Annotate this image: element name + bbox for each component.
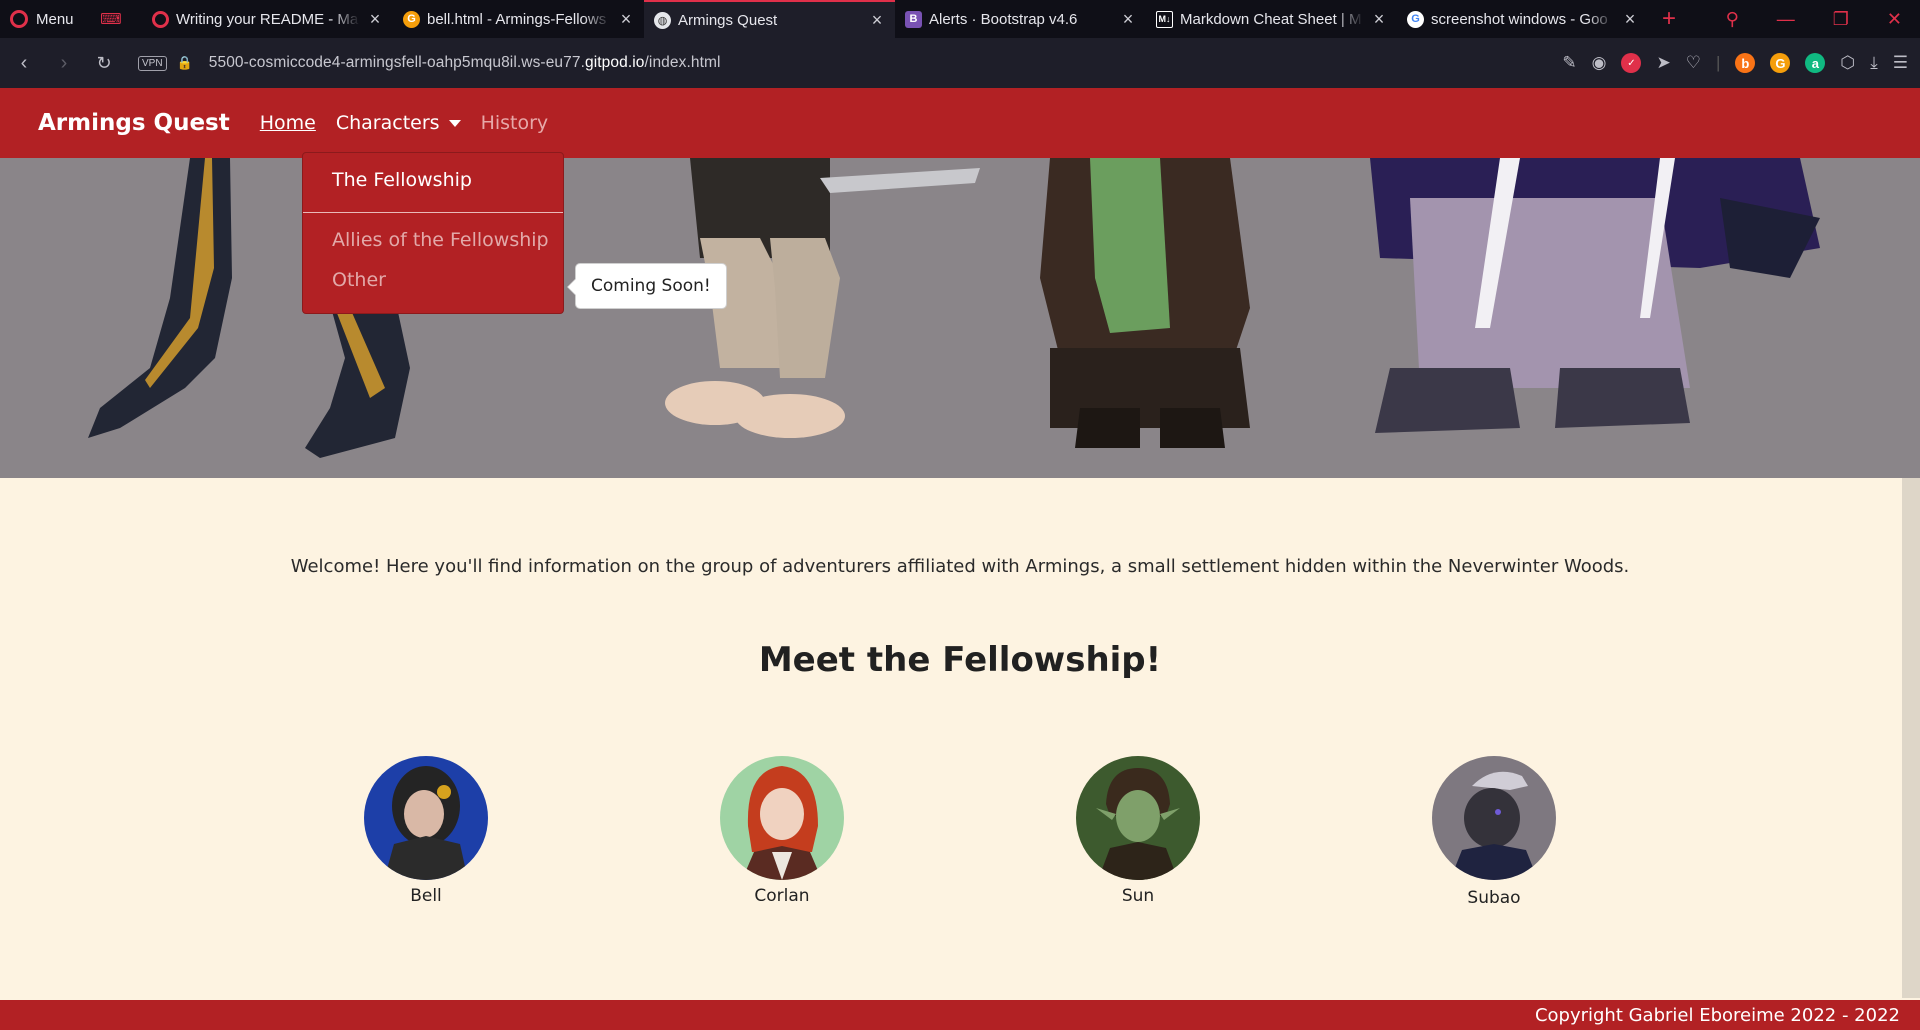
- heart-icon[interactable]: ♡: [1686, 53, 1701, 73]
- address-bar: ‹ › ↻ VPN 🔒 5500-cosmiccode4-armingsfell…: [0, 38, 1920, 88]
- close-icon[interactable]: ×: [367, 9, 383, 30]
- nav-characters-dropdown[interactable]: Characters: [336, 112, 461, 134]
- vpn-badge[interactable]: VPN: [138, 55, 167, 71]
- portrait-corlan: [720, 756, 844, 880]
- opera-icon: [152, 10, 169, 28]
- member-card-subao[interactable]: Subao: [1432, 756, 1556, 908]
- nav-home-link[interactable]: Home: [260, 112, 316, 134]
- tab-armings-quest[interactable]: ◍ Armings Quest ×: [644, 0, 895, 38]
- close-icon[interactable]: ×: [1622, 9, 1638, 30]
- tab-title: Armings Quest: [678, 11, 778, 29]
- close-icon[interactable]: ×: [618, 9, 634, 30]
- close-window-icon[interactable]: ✕: [1887, 9, 1902, 30]
- download-icon[interactable]: ⤓: [1870, 53, 1878, 73]
- menu-label: Menu: [36, 10, 74, 28]
- copyright-text: Copyright Gabriel Eboreime 2022 - 2022: [1534, 1004, 1900, 1026]
- page-viewport: Armings Quest Home Characters History Th…: [0, 88, 1920, 1030]
- gitpod-extension-icon[interactable]: G: [1770, 53, 1791, 73]
- cube-icon[interactable]: ⬡: [1840, 53, 1855, 73]
- tab-markdown-cheat-sheet[interactable]: M↓ Markdown Cheat Sheet | M ×: [1146, 0, 1397, 38]
- url-field[interactable]: 5500-cosmiccode4-armingsfell-oahp5mqu8il…: [209, 54, 721, 72]
- caret-down-icon: [448, 120, 461, 127]
- tab-title: bell.html - Armings-Fellows: [427, 10, 607, 28]
- globe-icon: ◍: [654, 11, 671, 29]
- avatar-corlan[interactable]: [720, 756, 844, 880]
- tab-title: Writing your README - Ma: [176, 10, 359, 28]
- page-scrollbar[interactable]: [1902, 478, 1920, 998]
- gitpod-icon: G: [403, 10, 420, 28]
- tab-bootstrap-alerts[interactable]: B Alerts · Bootstrap v4.6 ×: [895, 0, 1146, 38]
- coming-soon-tooltip: Coming Soon!: [567, 263, 727, 309]
- nav-characters-label: Characters: [335, 112, 440, 134]
- nav-history-link[interactable]: History: [481, 112, 549, 134]
- hero-illustration: [0, 158, 1920, 478]
- easy-files-icon[interactable]: ☰: [1893, 53, 1908, 73]
- lock-icon[interactable]: 🔒: [177, 55, 193, 71]
- welcome-text: Welcome! Here you'll find information on…: [0, 556, 1920, 577]
- site-footer: Copyright Gabriel Eboreime 2022 - 2022: [0, 1000, 1920, 1030]
- easy-setup-icon[interactable]: ✎: [1562, 53, 1576, 73]
- site-navbar: Armings Quest Home Characters History: [0, 88, 1920, 158]
- close-icon[interactable]: ×: [1120, 9, 1136, 30]
- tab-title: screenshot windows - Goo: [1431, 10, 1608, 28]
- gaming-controller-icon[interactable]: ⌨: [98, 10, 124, 28]
- search-tabs-icon[interactable]: ⚲: [1726, 9, 1739, 30]
- hero-banner: [0, 158, 1920, 478]
- back-icon[interactable]: ‹: [4, 52, 44, 75]
- tab-title: Markdown Cheat Sheet | M: [1180, 10, 1362, 28]
- separator-icon: |: [1715, 53, 1721, 72]
- avatar-bell[interactable]: [364, 756, 488, 880]
- reload-icon[interactable]: ↻: [84, 53, 124, 74]
- grammarly-extension-icon[interactable]: a: [1805, 53, 1826, 73]
- adblock-shield-icon[interactable]: ✓: [1621, 53, 1642, 73]
- url-prefix: 5500-cosmiccode4-armingsfell-oahp5mqu8il…: [208, 54, 585, 71]
- camera-icon[interactable]: ◉: [1592, 53, 1607, 73]
- url-suffix: /index.html: [644, 54, 721, 71]
- avatar-subao[interactable]: [1432, 756, 1556, 880]
- dropdown-divider: [303, 212, 563, 213]
- minimize-icon[interactable]: —: [1777, 9, 1795, 30]
- tab-writing-readme[interactable]: Writing your README - Ma ×: [142, 0, 393, 38]
- portrait-subao: [1432, 756, 1556, 880]
- close-icon[interactable]: ×: [869, 10, 885, 31]
- member-name: Corlan: [754, 886, 810, 906]
- tab-title: Alerts · Bootstrap v4.6: [929, 10, 1078, 28]
- site-brand[interactable]: Armings Quest: [38, 110, 230, 136]
- characters-dropdown-menu: The Fellowship Allies of the Fellowship …: [302, 152, 564, 314]
- member-name: Sun: [1121, 886, 1155, 906]
- toolbar-icons: ✎ ◉ ✓ ➤ ♡ | b G a ⬡ ⤓ ☰: [1562, 38, 1908, 88]
- portrait-sun: [1076, 756, 1200, 880]
- tab-bell-html[interactable]: G bell.html - Armings-Fellows ×: [393, 0, 644, 38]
- browser-tab-strip: Menu ⌨ Writing your README - Ma × G bell…: [0, 0, 1920, 38]
- window-controls: ⚲ — ❐ ✕: [1726, 0, 1920, 38]
- opera-logo-icon: [10, 10, 28, 28]
- google-icon: G: [1407, 10, 1424, 28]
- section-title: Meet the Fellowship!: [758, 640, 1162, 680]
- dropdown-item-allies[interactable]: Allies of the Fellowship: [332, 229, 549, 251]
- opera-menu-button[interactable]: Menu: [0, 0, 98, 38]
- bootstrap-icon: B: [905, 10, 922, 28]
- bitmoji-extension-icon[interactable]: b: [1735, 53, 1756, 73]
- tab-google-search[interactable]: G screenshot windows - Goo ×: [1397, 0, 1648, 38]
- member-name: Bell: [410, 886, 442, 906]
- new-tab-icon[interactable]: +: [1662, 5, 1676, 33]
- portrait-bell: [364, 756, 488, 880]
- welcome-paragraph: Welcome! Here you'll find information on…: [290, 556, 1630, 577]
- member-name: Subao: [1467, 888, 1521, 908]
- member-card-bell[interactable]: Bell: [364, 756, 488, 906]
- send-icon[interactable]: ➤: [1656, 53, 1670, 73]
- close-icon[interactable]: ×: [1371, 9, 1387, 30]
- forward-icon[interactable]: ›: [44, 52, 84, 75]
- restore-icon[interactable]: ❐: [1833, 9, 1849, 30]
- markdown-icon: M↓: [1156, 10, 1173, 28]
- member-card-corlan[interactable]: Corlan: [720, 756, 844, 906]
- url-domain: gitpod.io: [584, 54, 645, 71]
- member-card-sun[interactable]: Sun: [1076, 756, 1200, 906]
- dropdown-item-fellowship[interactable]: The Fellowship: [332, 169, 472, 191]
- dropdown-item-other[interactable]: Other: [332, 269, 386, 291]
- avatar-sun[interactable]: [1076, 756, 1200, 880]
